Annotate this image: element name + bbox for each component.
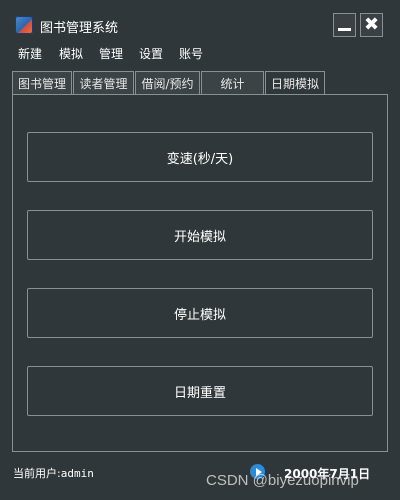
date-simulation-panel: 变速(秒/天) 开始模拟 停止模拟 日期重置 [12,94,388,452]
stop-simulation-button[interactable]: 停止模拟 [27,288,373,338]
menu-settings[interactable]: 设置 [139,45,163,62]
menu-account[interactable]: 账号 [179,45,203,62]
minimize-icon [338,27,351,31]
tab-statistics[interactable]: 统计 [201,71,264,94]
reset-date-button[interactable]: 日期重置 [27,366,373,416]
menu-simulate[interactable]: 模拟 [59,45,83,62]
watermark: CSDN @biyezuopinvip [206,472,359,489]
tab-reader-management[interactable]: 读者管理 [73,71,134,94]
minimize-button[interactable] [333,13,356,37]
tab-borrow-reserve[interactable]: 借阅/预约 [135,71,200,94]
current-user-prefix: 当前用户: [13,467,61,480]
window-title: 图书管理系统 [40,21,119,36]
speed-button[interactable]: 变速(秒/天) [27,132,373,182]
close-icon: ✖ [363,14,380,35]
current-user-name: admin [60,467,94,480]
current-user-label: 当前用户:admin [13,465,94,481]
tab-book-management[interactable]: 图书管理 [12,71,72,94]
title-bar: 图书管理系统 ✖ [0,0,400,40]
menu-bar: 新建 模拟 管理 设置 账号 [0,41,400,63]
app-icon [15,16,33,34]
tab-date-simulation[interactable]: 日期模拟 [265,71,325,95]
menu-manage[interactable]: 管理 [99,45,123,62]
close-button[interactable]: ✖ [360,13,383,37]
menu-new[interactable]: 新建 [18,45,42,62]
start-simulation-button[interactable]: 开始模拟 [27,210,373,260]
